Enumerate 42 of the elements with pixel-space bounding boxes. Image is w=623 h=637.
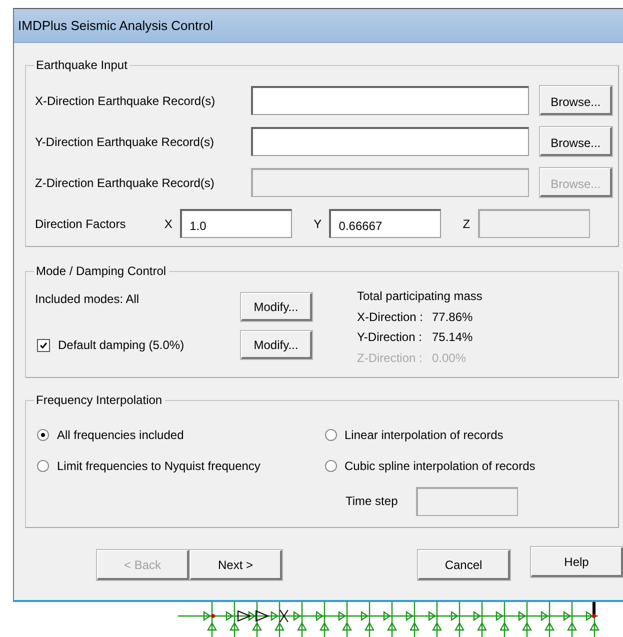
modify-button[interactable]: Modify... (241, 293, 312, 321)
field-label: Y-Direction Earthquake Record(s) (35, 134, 215, 148)
field-label: Time step (346, 494, 399, 508)
input-field[interactable]: 1.0 (180, 209, 292, 238)
radio-label: Cubic spline interpolation of records (344, 458, 536, 472)
browse-button[interactable]: Browse... (540, 127, 612, 156)
group-title: Mode / Damping Control (34, 264, 170, 278)
field-label: Z-Direction Earthquake Record(s) (35, 176, 216, 190)
field-label: Direction Factors (35, 216, 127, 230)
browse-button[interactable]: Browse... (540, 86, 612, 115)
input-field[interactable] (251, 127, 530, 156)
group-title: Frequency Interpolation (34, 393, 166, 407)
checkbox-label: Default damping (5.0%) (58, 338, 184, 352)
radio-button[interactable] (37, 460, 49, 472)
radio-button[interactable] (37, 428, 49, 440)
axis-label: Y (314, 216, 323, 230)
mass-label: Z-Direction : (357, 350, 424, 366)
field-label: X-Direction Earthquake Record(s) (35, 94, 216, 108)
mass-label: X-Direction : (357, 308, 424, 326)
mass-value: 77.86% (432, 308, 473, 326)
modify-button[interactable]: Modify... (241, 331, 312, 359)
axis-label: X (164, 216, 174, 230)
checkbox[interactable] (37, 338, 50, 352)
radio-label: Limit frequencies to Nyquist frequency (57, 458, 260, 472)
group-title: Earthquake Input (34, 58, 130, 72)
radio-label: Linear interpolation of records (344, 428, 504, 442)
modes-label: Included modes: All (35, 291, 140, 306)
help-button[interactable]: Help (531, 547, 623, 577)
cancel-button[interactable]: Cancel (418, 550, 510, 580)
input-field[interactable] (251, 86, 530, 115)
radio-button[interactable] (324, 428, 336, 440)
mass-title: Total participating mass (357, 288, 482, 305)
axis-label: Z (462, 216, 472, 230)
mass-label: Y-Direction : (357, 329, 423, 346)
next-button[interactable]: Next > (190, 550, 282, 580)
mass-value: 75.14% (432, 329, 473, 346)
input-field[interactable]: 0.66667 (328, 209, 441, 238)
checkmark-icon (38, 340, 49, 350)
mass-value: 0.00% (432, 350, 466, 366)
radio-label: All frequencies included (57, 428, 184, 442)
radio-button[interactable] (324, 460, 336, 472)
window-title: IMDPlus Seismic Analysis Control (18, 18, 214, 33)
